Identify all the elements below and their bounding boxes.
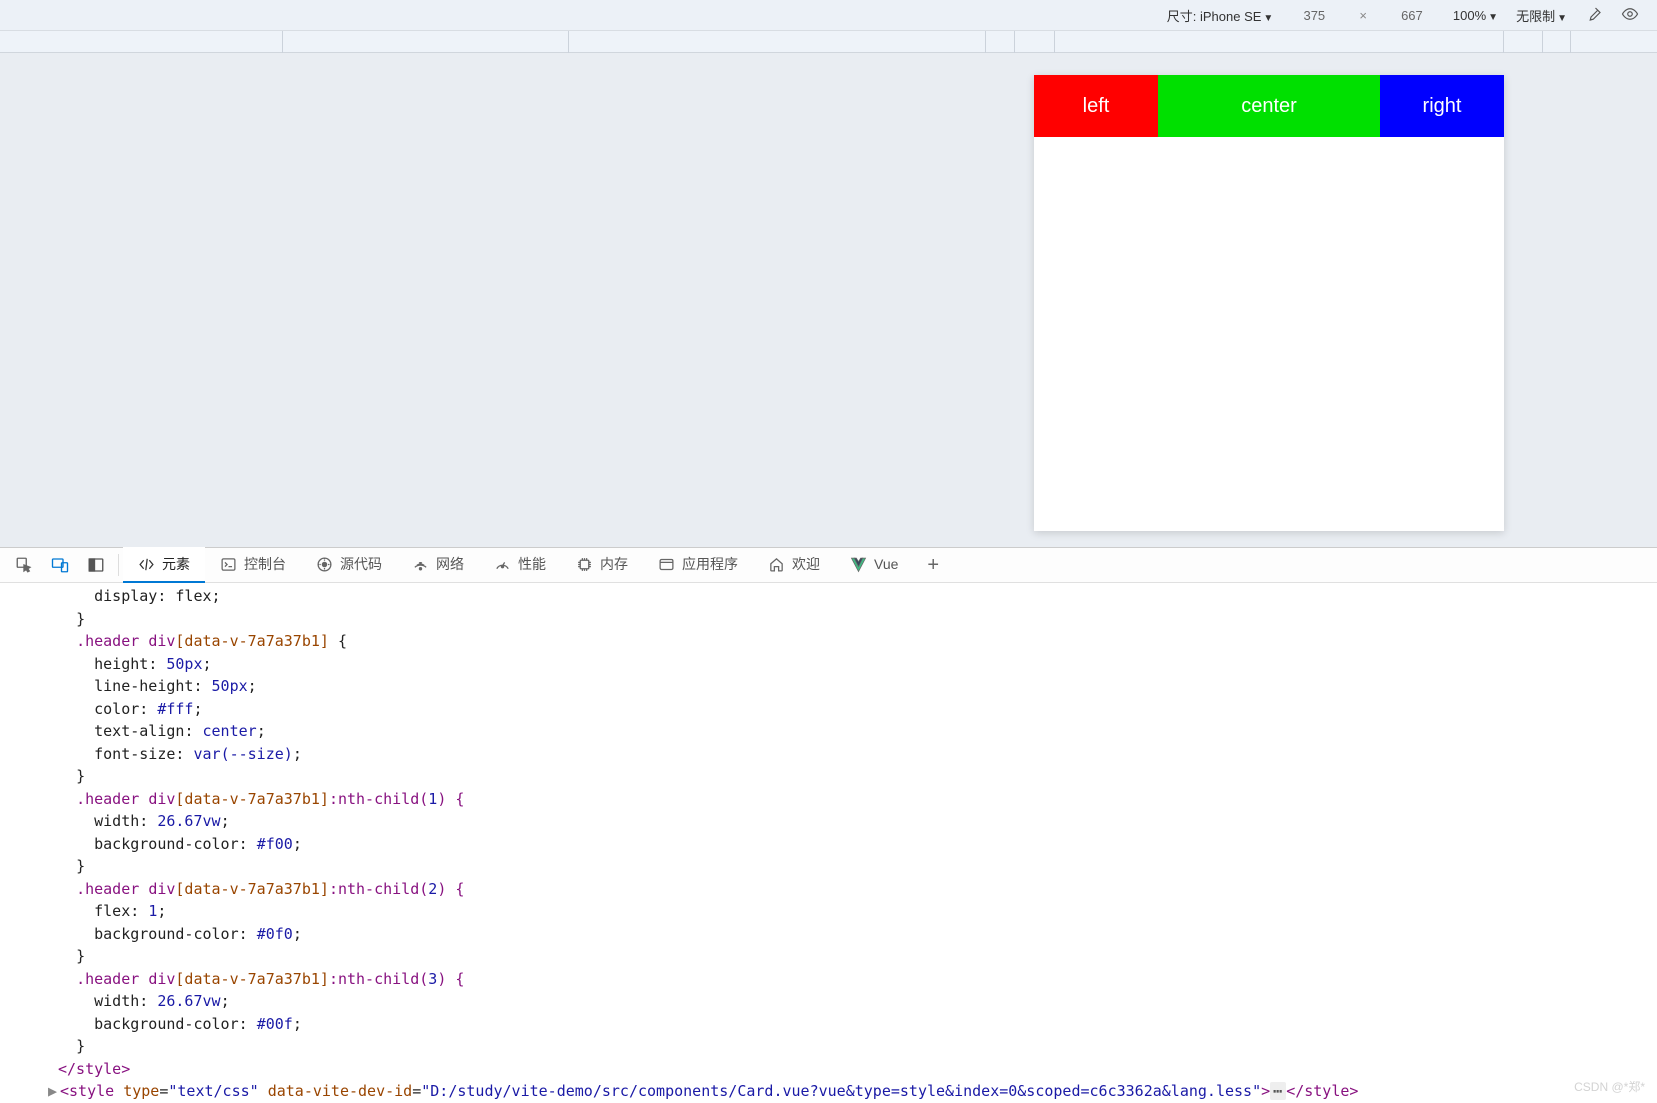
code-line: font-size: var(--size); bbox=[0, 743, 1657, 766]
tab-network[interactable]: 网络 bbox=[397, 547, 479, 583]
header-row: left center right bbox=[1034, 75, 1504, 137]
code-line: width: 26.67vw; bbox=[0, 810, 1657, 833]
zoom-select[interactable]: 100%▼ bbox=[1453, 8, 1498, 23]
tab-sources[interactable]: 源代码 bbox=[301, 547, 397, 583]
code-line: } bbox=[0, 765, 1657, 788]
code-line: .header div[data-v-7a7a37b1] { bbox=[0, 630, 1657, 653]
eyedropper-icon[interactable] bbox=[1585, 5, 1603, 26]
code-line: background-color: #0f0; bbox=[0, 923, 1657, 946]
code-line: text-align: center; bbox=[0, 720, 1657, 743]
height-input[interactable]: 667 bbox=[1389, 8, 1435, 23]
code-line: .header div[data-v-7a7a37b1]:nth-child(3… bbox=[0, 968, 1657, 991]
code-line: .header div[data-v-7a7a37b1]:nth-child(1… bbox=[0, 788, 1657, 811]
watermark: CSDN @*郑* bbox=[1574, 1078, 1645, 1095]
code-line: background-color: #00f; bbox=[0, 1013, 1657, 1036]
tab-console[interactable]: 控制台 bbox=[205, 547, 301, 583]
device-select[interactable]: iPhone SE▼ bbox=[1200, 9, 1273, 24]
inspect-element-icon[interactable] bbox=[6, 547, 42, 583]
code-line: .header div[data-v-7a7a37b1]:nth-child(2… bbox=[0, 878, 1657, 901]
code-line: display: flex; bbox=[0, 585, 1657, 608]
code-line: height: 50px; bbox=[0, 653, 1657, 676]
code-line: color: #fff; bbox=[0, 698, 1657, 721]
tab-elements[interactable]: 元素 bbox=[123, 547, 205, 583]
code-line: } bbox=[0, 945, 1657, 968]
code-line: </style> bbox=[0, 1058, 1657, 1081]
right-box: right bbox=[1380, 75, 1504, 137]
throttle-select[interactable]: 无限制▼ bbox=[1516, 6, 1567, 25]
tab-memory[interactable]: 内存 bbox=[561, 547, 643, 583]
eye-icon[interactable] bbox=[1621, 5, 1639, 26]
code-line: } bbox=[0, 1035, 1657, 1058]
code-line: } bbox=[0, 855, 1657, 878]
elements-panel-code: display: flex; } .header div[data-v-7a7a… bbox=[0, 583, 1657, 1103]
tab-application[interactable]: 应用程序 bbox=[643, 547, 753, 583]
code-line: } bbox=[0, 608, 1657, 631]
left-box: left bbox=[1034, 75, 1158, 137]
device-frame: left center right bbox=[1034, 75, 1504, 531]
code-line: line-height: 50px; bbox=[0, 675, 1657, 698]
code-line: flex: 1; bbox=[0, 900, 1657, 923]
ruler-bar bbox=[0, 31, 1657, 53]
center-box: center bbox=[1158, 75, 1380, 137]
devtools-tabs: 元素 控制台 源代码 网络 性能 内存 应用程序 欢迎 Vue + bbox=[0, 547, 1657, 583]
dock-side-icon[interactable] bbox=[78, 547, 114, 583]
tab-welcome[interactable]: 欢迎 bbox=[753, 547, 835, 583]
tab-vue[interactable]: Vue bbox=[835, 547, 913, 583]
viewport-area: left center right bbox=[0, 53, 1657, 547]
code-line: ▶<style type="text/css" data-vite-dev-id… bbox=[0, 1080, 1657, 1103]
code-line: background-color: #f00; bbox=[0, 833, 1657, 856]
width-input[interactable]: 375 bbox=[1291, 8, 1337, 23]
dimension-separator: × bbox=[1359, 8, 1367, 23]
device-toolbar: 尺寸: iPhone SE▼ 375 × 667 100%▼ 无限制▼ bbox=[0, 0, 1657, 31]
code-line: width: 26.67vw; bbox=[0, 990, 1657, 1013]
device-toggle-icon[interactable] bbox=[42, 547, 78, 583]
add-tab-button[interactable]: + bbox=[913, 554, 953, 577]
tab-performance[interactable]: 性能 bbox=[479, 547, 561, 583]
size-label: 尺寸: iPhone SE▼ bbox=[1167, 6, 1274, 25]
